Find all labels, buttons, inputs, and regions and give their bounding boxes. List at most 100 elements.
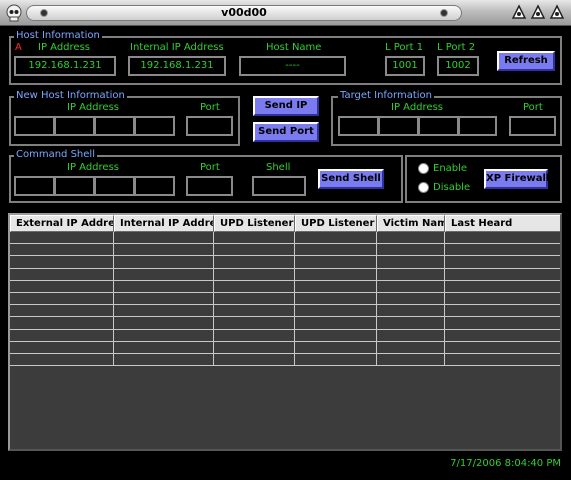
col-external-ip[interactable]: External IP Address bbox=[10, 215, 114, 232]
table-cell bbox=[377, 280, 445, 293]
table-row[interactable] bbox=[10, 317, 560, 330]
table-cell bbox=[295, 256, 377, 269]
table-row[interactable] bbox=[10, 268, 560, 281]
lport1-field[interactable]: 1001 bbox=[385, 56, 425, 76]
target-ip-octet-2[interactable] bbox=[378, 116, 419, 136]
new-host-port-field[interactable] bbox=[186, 116, 233, 136]
target-ip-octet-4[interactable] bbox=[458, 116, 497, 136]
new-host-ip-octet-4[interactable] bbox=[134, 116, 175, 136]
col-internal-ip[interactable]: Internal IP Address bbox=[114, 215, 214, 232]
table-cell bbox=[377, 256, 445, 269]
shell-port-field[interactable] bbox=[186, 176, 233, 196]
send-port-button[interactable]: Send Port bbox=[253, 122, 319, 142]
table-cell bbox=[114, 280, 214, 293]
table-row[interactable] bbox=[10, 329, 560, 342]
table-row[interactable] bbox=[10, 256, 560, 269]
table-cell bbox=[214, 305, 295, 318]
table-row[interactable] bbox=[10, 244, 560, 257]
table-cell bbox=[214, 329, 295, 342]
shell-ip-octet-3[interactable] bbox=[94, 176, 135, 196]
new-host-ip-octet-1[interactable] bbox=[14, 116, 55, 136]
table-row[interactable] bbox=[10, 292, 560, 306]
table-cell bbox=[214, 292, 295, 306]
minimize-icon[interactable] bbox=[511, 4, 527, 21]
host-name-field[interactable]: ---- bbox=[239, 56, 346, 76]
shell-field[interactable] bbox=[252, 176, 306, 196]
internal-ip-field[interactable]: 192.168.1.231 bbox=[128, 56, 226, 76]
host-marker-label: A bbox=[15, 42, 22, 53]
target-port-field[interactable] bbox=[509, 116, 556, 136]
target-ip-octet-1[interactable] bbox=[338, 116, 379, 136]
table-cell bbox=[10, 317, 114, 330]
table-cell bbox=[114, 256, 214, 269]
maximize-icon[interactable] bbox=[530, 4, 546, 21]
table-cell bbox=[114, 329, 214, 342]
shell-ip-octet-4[interactable] bbox=[134, 176, 175, 196]
col-upd-listener-2[interactable]: UPD Listener 2 bbox=[295, 215, 377, 232]
table-cell bbox=[214, 232, 295, 245]
send-ip-button[interactable]: Send IP bbox=[253, 96, 319, 116]
target-ip-octet-3[interactable] bbox=[418, 116, 459, 136]
target-title: Target Information bbox=[338, 90, 435, 101]
new-host-ip-octet-2[interactable] bbox=[54, 116, 95, 136]
table-cell bbox=[114, 317, 214, 330]
lport2-label: L Port 2 bbox=[437, 42, 476, 53]
table-cell bbox=[214, 353, 295, 367]
table-row[interactable] bbox=[10, 353, 560, 367]
title-right-dot bbox=[440, 9, 448, 17]
table-cell bbox=[214, 256, 295, 269]
disable-radio[interactable] bbox=[418, 182, 429, 193]
table-cell bbox=[445, 232, 560, 245]
col-upd-listener-1[interactable]: UPD Listener 1 bbox=[214, 215, 295, 232]
table-body bbox=[10, 232, 560, 367]
host-ip-label: IP Address bbox=[38, 42, 90, 53]
table-cell bbox=[295, 305, 377, 318]
table-cell bbox=[445, 341, 560, 354]
table-cell bbox=[10, 280, 114, 293]
shell-ip-octet-2[interactable] bbox=[54, 176, 95, 196]
xp-firewall-button[interactable]: XP Firewall bbox=[484, 169, 549, 189]
table-cell bbox=[214, 280, 295, 293]
victim-table[interactable]: External IP Address Internal IP Address … bbox=[8, 213, 562, 451]
shell-label: Shell bbox=[266, 162, 291, 173]
refresh-button[interactable]: Refresh bbox=[497, 51, 555, 71]
target-port-label: Port bbox=[523, 102, 543, 113]
table-cell bbox=[295, 244, 377, 257]
host-ip-field[interactable]: 192.168.1.231 bbox=[14, 56, 116, 76]
table-row[interactable] bbox=[10, 280, 560, 293]
new-host-title: New Host Information bbox=[14, 90, 127, 101]
table-cell bbox=[377, 329, 445, 342]
table-row[interactable] bbox=[10, 341, 560, 354]
col-victim-name[interactable]: Victim Name bbox=[377, 215, 445, 232]
table-row[interactable] bbox=[10, 305, 560, 318]
table-cell bbox=[377, 244, 445, 257]
table-cell bbox=[295, 317, 377, 330]
new-host-ip-octet-3[interactable] bbox=[94, 116, 135, 136]
status-datetime: 7/17/2006 8:04:40 PM bbox=[450, 458, 561, 469]
table-cell bbox=[445, 317, 560, 330]
table-row[interactable] bbox=[10, 232, 560, 245]
table-cell bbox=[295, 353, 377, 367]
table-cell bbox=[114, 292, 214, 306]
table-cell bbox=[10, 329, 114, 342]
table-cell bbox=[377, 232, 445, 245]
table-cell bbox=[295, 232, 377, 245]
enable-radio[interactable] bbox=[418, 163, 429, 174]
shell-ip-label: IP Address bbox=[67, 162, 119, 173]
send-shell-button[interactable]: Send Shell bbox=[318, 169, 384, 189]
title-bar[interactable]: v00d00 bbox=[0, 0, 571, 26]
target-ip-label: IP Address bbox=[391, 102, 443, 113]
close-icon[interactable] bbox=[549, 4, 565, 21]
table-cell bbox=[10, 256, 114, 269]
table-cell bbox=[10, 292, 114, 306]
lport2-field[interactable]: 1002 bbox=[437, 56, 479, 76]
table-cell bbox=[214, 244, 295, 257]
table-cell bbox=[445, 305, 560, 318]
shell-ip-octet-1[interactable] bbox=[14, 176, 55, 196]
col-last-heard[interactable]: Last Heard bbox=[445, 215, 560, 232]
enable-label: Enable bbox=[433, 163, 468, 174]
table-cell bbox=[377, 341, 445, 354]
table-cell bbox=[114, 341, 214, 354]
table-cell bbox=[114, 268, 214, 281]
table-cell bbox=[295, 280, 377, 293]
